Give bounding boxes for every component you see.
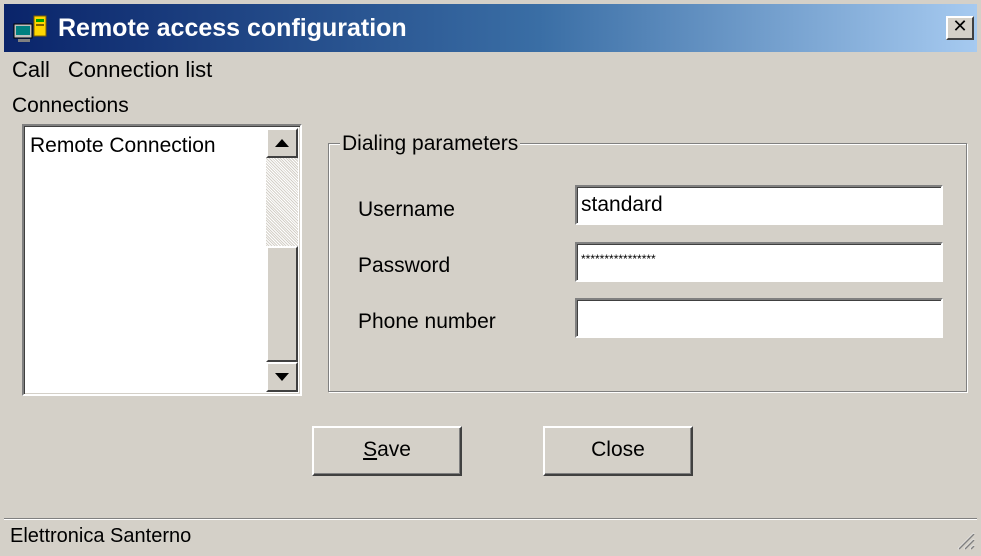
close-button[interactable]: Close	[543, 426, 693, 476]
save-label-rest: ave	[377, 438, 411, 461]
window-title: Remote access configuration	[58, 14, 407, 42]
status-text: Elettronica Santerno	[10, 525, 192, 547]
close-icon: ✕	[952, 16, 968, 37]
phone-number-field[interactable]	[575, 298, 943, 338]
title-bar[interactable]: Remote access configuration ✕	[4, 4, 977, 52]
dialing-parameters-legend: Dialing parameters	[340, 131, 521, 157]
username-field[interactable]: standard	[575, 185, 943, 225]
remote-access-window: Remote access configuration ✕ Call Conne…	[0, 0, 981, 556]
save-mnemonic: S	[363, 438, 378, 461]
password-field[interactable]: ****************	[575, 242, 943, 282]
save-button[interactable]: Save	[312, 426, 462, 476]
password-label: Password	[358, 254, 451, 277]
username-label: Username	[358, 198, 455, 221]
network-computer-icon	[13, 15, 47, 42]
arrow-down-icon	[275, 373, 289, 381]
close-window-button[interactable]: ✕	[946, 16, 974, 40]
resize-grip-icon[interactable]	[953, 528, 975, 550]
arrow-up-icon	[275, 139, 289, 147]
scroll-thumb[interactable]	[266, 246, 298, 362]
connections-listbox[interactable]: Remote Connection	[22, 124, 302, 396]
menu-call[interactable]: Call	[4, 55, 60, 85]
connections-label: Connections	[12, 94, 129, 117]
menu-bar: Call Connection list	[4, 54, 222, 86]
list-item-remote-connection[interactable]: Remote Connection	[30, 134, 216, 158]
phone-number-label: Phone number	[358, 310, 496, 333]
scroll-up-button[interactable]	[266, 128, 298, 158]
listbox-scrollbar[interactable]	[266, 128, 298, 392]
status-bar: Elettronica Santerno	[4, 518, 977, 552]
menu-connection-list[interactable]: Connection list	[60, 55, 222, 85]
scroll-down-button[interactable]	[266, 362, 298, 392]
